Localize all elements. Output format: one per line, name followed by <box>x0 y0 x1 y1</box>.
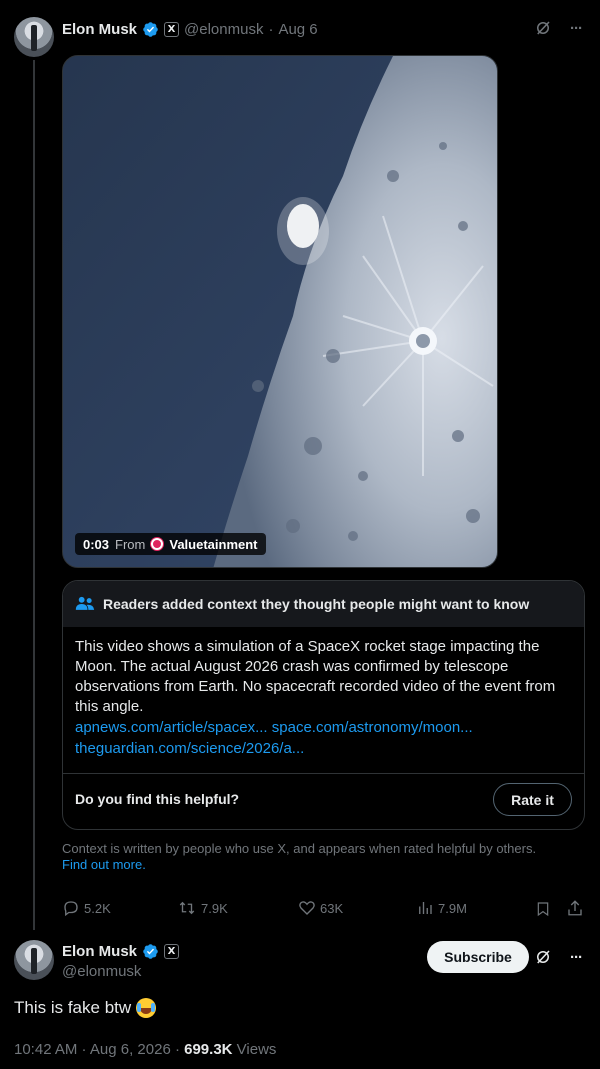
repost-button[interactable]: 7.9K <box>177 899 228 917</box>
valuetainment-logo-icon <box>151 538 164 550</box>
reply-grok-icon[interactable] <box>534 948 552 966</box>
reply-affiliate-x-badge: X <box>164 943 180 959</box>
reply-meta: 10:42 AM · Aug 6, 2026 · 699.3K Views <box>14 1041 276 1058</box>
reply-header-actions: ··· <box>534 948 583 966</box>
analytics-icon <box>419 902 432 914</box>
reply-timestamp[interactable]: 10:42 AM · Aug 6, 2026 · <box>14 1041 180 1058</box>
reply-author-handle[interactable]: @elonmusk <box>62 963 179 980</box>
find-out-more-link[interactable]: Find out more. <box>62 857 572 873</box>
reply-more-options-icon[interactable]: ··· <box>570 949 583 966</box>
video-source-link[interactable]: Valuetainment <box>169 537 257 552</box>
author-avatar[interactable] <box>14 17 54 57</box>
header-separator: · <box>268 20 274 38</box>
community-note-links: apnews.com/article/spacex... space.com/a… <box>75 717 572 759</box>
author-handle[interactable]: @elonmusk <box>184 21 263 38</box>
reply-view-count: 699.3K <box>184 1041 233 1058</box>
rate-it-button[interactable]: Rate it <box>493 783 572 816</box>
reply-icon <box>64 901 78 917</box>
note-divider <box>63 773 584 774</box>
more-options-icon[interactable]: ··· <box>570 20 583 37</box>
views-button[interactable]: 7.9M <box>416 899 467 917</box>
note-link-apnews[interactable]: apnews.com/article/spacex... <box>75 719 268 736</box>
reply-views-label: Views <box>236 1041 277 1058</box>
tears-of-joy-emoji-icon <box>136 998 157 1018</box>
grok-icon[interactable] <box>534 19 552 37</box>
verified-badge-icon <box>143 21 158 37</box>
share-icon[interactable] <box>566 899 584 917</box>
community-note-header: Readers added context they thought peopl… <box>63 581 584 627</box>
note-disclaimer-text: Context is written by people who use X, … <box>62 841 537 856</box>
reply-verified-badge-icon <box>143 943 158 959</box>
reply-header: Elon Musk X @elonmusk <box>62 941 180 980</box>
tweet-header: Elon Musk X @elonmusk · Aug 6 <box>62 18 318 40</box>
bookmark-icon[interactable] <box>535 900 551 918</box>
like-count: 63K <box>320 900 344 916</box>
tweet-action-bar: 5.2K 7.9K 63K 7.9M <box>62 899 587 919</box>
reply-button[interactable]: 5.2K <box>62 899 111 917</box>
reply-author-name[interactable]: Elon Musk <box>62 943 137 960</box>
reply-text-content: This is fake btw <box>14 998 132 1017</box>
subscribe-button[interactable]: Subscribe <box>427 941 529 973</box>
community-note: Readers added context they thought peopl… <box>62 580 585 830</box>
video-info-overlay: 0:03 From Valuetainment <box>75 533 266 555</box>
reply-author-avatar[interactable] <box>14 940 54 980</box>
community-note-title: Readers added context they thought peopl… <box>103 596 530 612</box>
tweet-header-actions: ··· <box>534 19 583 37</box>
view-count: 7.9M <box>438 900 467 916</box>
heart-icon <box>299 901 315 915</box>
repost-count: 7.9K <box>201 900 228 916</box>
note-disclaimer: Context is written by people who use X, … <box>62 841 572 873</box>
note-link-space[interactable]: space.com/astronomy/moon... <box>272 719 473 736</box>
thread-line <box>33 60 35 930</box>
community-note-text: This video shows a simulation of a Space… <box>75 638 556 715</box>
video-player[interactable]: 0:03 From Valuetainment <box>62 55 498 568</box>
people-icon <box>75 596 95 610</box>
reply-count: 5.2K <box>84 900 111 916</box>
video-from-label: From <box>115 536 146 552</box>
video-time: 0:03 <box>83 536 110 552</box>
affiliate-x-badge: X <box>164 21 180 37</box>
reply-text: This is fake btw <box>14 998 157 1018</box>
moon-video-frame <box>63 56 497 567</box>
like-button[interactable]: 63K <box>298 899 343 917</box>
note-link-guardian[interactable]: theguardian.com/science/2026/a... <box>75 740 304 757</box>
repost-icon <box>179 901 195 915</box>
community-note-body: This video shows a simulation of a Space… <box>63 627 584 759</box>
author-name[interactable]: Elon Musk <box>62 21 137 38</box>
helpful-question: Do you find this helpful? <box>75 791 240 807</box>
tweet-date[interactable]: Aug 6 <box>278 21 317 38</box>
